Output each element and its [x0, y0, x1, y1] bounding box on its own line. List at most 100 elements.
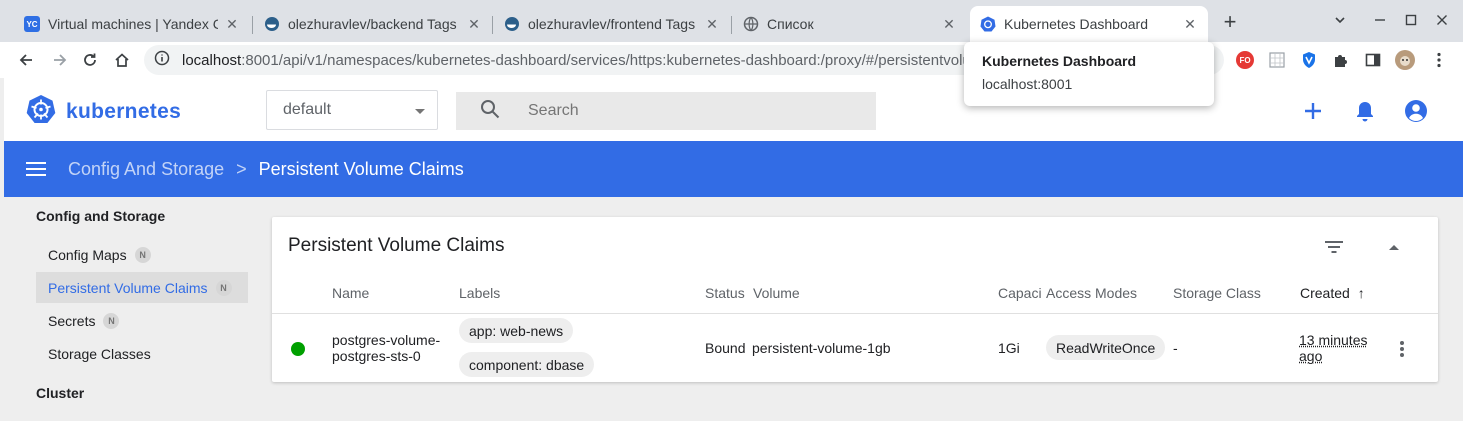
toolbar-breadcrumb-bar: Config And Storage > Persistent Volume C…: [4, 141, 1463, 197]
window-close-icon[interactable]: [1432, 12, 1452, 32]
tooltip-title: Kubernetes Dashboard: [982, 53, 1137, 69]
create-icon[interactable]: [1300, 98, 1326, 124]
chevron-down-icon: [415, 109, 425, 114]
tab-title: Список: [767, 16, 814, 32]
namespaced-badge: N: [215, 279, 232, 296]
pvc-card: Persistent Volume Claims Name Labels Sta…: [272, 217, 1438, 382]
side-panel-icon[interactable]: [1364, 51, 1382, 69]
browser-tab-yandex[interactable]: YC Virtual machines | Yandex Cloud ✕: [14, 6, 250, 42]
search-input[interactable]: Search: [456, 92, 876, 130]
reload-icon[interactable]: [78, 48, 102, 72]
tab-title: olezhuravlev/frontend Tags | Docker Hub: [528, 16, 698, 32]
sidebar-item-label: Secrets: [48, 312, 96, 329]
breadcrumb-parent[interactable]: Config And Storage: [68, 159, 224, 180]
back-icon[interactable]: [14, 48, 38, 72]
sidebar-item-secrets[interactable]: Secrets N: [36, 305, 248, 336]
column-header-volume[interactable]: Volume: [753, 285, 800, 301]
browser-tab-frontend[interactable]: olezhuravlev/frontend Tags | Docker Hub …: [494, 6, 730, 42]
tab-divider: [252, 16, 253, 34]
sidebar-item-storage-classes[interactable]: Storage Classes: [36, 338, 248, 369]
logo-text: kubernetes: [66, 99, 182, 123]
browser-menu-icon[interactable]: [1430, 51, 1448, 69]
close-icon[interactable]: ✕: [1182, 16, 1198, 32]
browser-tab-kubernetes[interactable]: Kubernetes Dashboard ✕: [970, 6, 1208, 42]
extension-grid-icon[interactable]: [1268, 51, 1286, 69]
namespace-select[interactable]: default: [266, 90, 438, 130]
docker-icon: [504, 16, 520, 32]
pvc-capacity: 1Gi: [998, 340, 1020, 356]
new-tab-icon[interactable]: +: [1220, 11, 1240, 33]
close-icon[interactable]: ✕: [704, 16, 720, 32]
shield-icon[interactable]: [1300, 51, 1318, 69]
collapse-icon[interactable]: [1382, 235, 1406, 259]
yandex-cloud-icon: YC: [24, 16, 40, 32]
kubernetes-icon: [26, 94, 56, 129]
label-chip: app: web-news: [459, 318, 574, 343]
filter-icon[interactable]: [1322, 235, 1346, 259]
label-chip: component: dbase: [459, 352, 595, 377]
tab-search-icon[interactable]: [1330, 12, 1350, 32]
access-mode-chip: ReadWriteOnce: [1046, 335, 1166, 360]
column-header-storage-class[interactable]: Storage Class: [1173, 285, 1261, 301]
close-icon[interactable]: ✕: [941, 16, 957, 32]
table-header-divider: [272, 313, 1438, 314]
browser-toolbar: localhost:8001/api/v1/namespaces/kuberne…: [0, 42, 1463, 78]
forward-icon[interactable]: [48, 48, 72, 72]
sidebar-item-label: Config Maps: [48, 246, 127, 263]
menu-icon[interactable]: [26, 162, 46, 176]
kubernetes-icon: [980, 16, 996, 32]
tab-title: Virtual machines | Yandex Cloud: [48, 16, 218, 32]
sidebar-item-label: Persistent Volume Claims: [48, 279, 208, 296]
tooltip-subtitle: localhost:8001: [982, 76, 1073, 92]
profile-avatar-icon[interactable]: [1395, 50, 1415, 70]
kubernetes-logo[interactable]: kubernetes: [26, 94, 181, 129]
card-title: Persistent Volume Claims: [288, 235, 505, 256]
column-header-access-modes[interactable]: Access Modes: [1046, 285, 1137, 301]
sidebar-section-title[interactable]: Config and Storage: [36, 208, 165, 224]
site-info-icon[interactable]: [154, 50, 170, 71]
close-icon[interactable]: ✕: [466, 16, 482, 32]
column-header-labels: Labels: [459, 285, 501, 301]
sidebar-item-label: Storage Classes: [48, 345, 151, 362]
arrow-up-icon: ↑: [1357, 285, 1365, 301]
column-header-capacity[interactable]: Capaci: [998, 285, 1044, 301]
docker-icon: [264, 16, 280, 32]
status-ok-icon: [291, 342, 305, 356]
chevron-right-icon: >: [236, 158, 247, 179]
browser-tab-backend[interactable]: olezhuravlev/backend Tags | Docker Hub ✕: [254, 6, 492, 42]
pvc-name-link[interactable]: postgres-volume- postgres-sts-0: [332, 332, 440, 364]
pvc-storage-class: -: [1173, 340, 1178, 356]
extension-fo-icon[interactable]: FO: [1236, 51, 1254, 69]
home-icon[interactable]: [110, 48, 134, 72]
pvc-created-age: 13 minutes ago: [1299, 332, 1368, 364]
address-url[interactable]: localhost:8001/api/v1/namespaces/kuberne…: [182, 52, 982, 69]
notifications-bell-icon[interactable]: [1352, 98, 1378, 124]
app-header: kubernetes default Search: [4, 78, 1463, 141]
row-actions-menu-icon[interactable]: [1392, 339, 1412, 359]
volume-link[interactable]: persistent-volume-1gb: [752, 340, 891, 356]
sidebar: Config and Storage Config Maps N Persist…: [4, 197, 260, 421]
account-circle-icon[interactable]: [1403, 98, 1429, 124]
page-title: Persistent Volume Claims: [258, 158, 464, 179]
search-placeholder: Search: [528, 102, 579, 119]
sidebar-item-config-maps[interactable]: Config Maps N: [36, 239, 248, 270]
browser-tab-list[interactable]: Список ✕: [733, 6, 967, 42]
column-header-created[interactable]: Created ↑: [1300, 285, 1365, 301]
namespace-value: default: [283, 101, 332, 118]
tab-hover-tooltip: Kubernetes Dashboard localhost:8001: [964, 42, 1214, 106]
maximize-icon[interactable]: [1401, 12, 1421, 32]
search-icon: [480, 99, 500, 124]
tab-title: Kubernetes Dashboard: [1004, 16, 1148, 32]
tab-title: olezhuravlev/backend Tags | Docker Hub: [288, 16, 460, 32]
column-header-status[interactable]: Status: [705, 285, 745, 301]
globe-icon: [743, 16, 759, 32]
namespaced-badge: N: [103, 312, 120, 329]
column-header-name[interactable]: Name: [332, 285, 369, 301]
tab-divider: [731, 16, 732, 34]
minimize-icon[interactable]: [1370, 12, 1390, 32]
sidebar-section-cluster[interactable]: Cluster: [36, 385, 84, 401]
browser-tabstrip: YC Virtual machines | Yandex Cloud ✕ ole…: [0, 0, 1463, 42]
extensions-puzzle-icon[interactable]: [1332, 51, 1350, 69]
close-icon[interactable]: ✕: [224, 16, 240, 32]
sidebar-item-persistent-volume-claims[interactable]: Persistent Volume Claims N: [36, 272, 248, 303]
